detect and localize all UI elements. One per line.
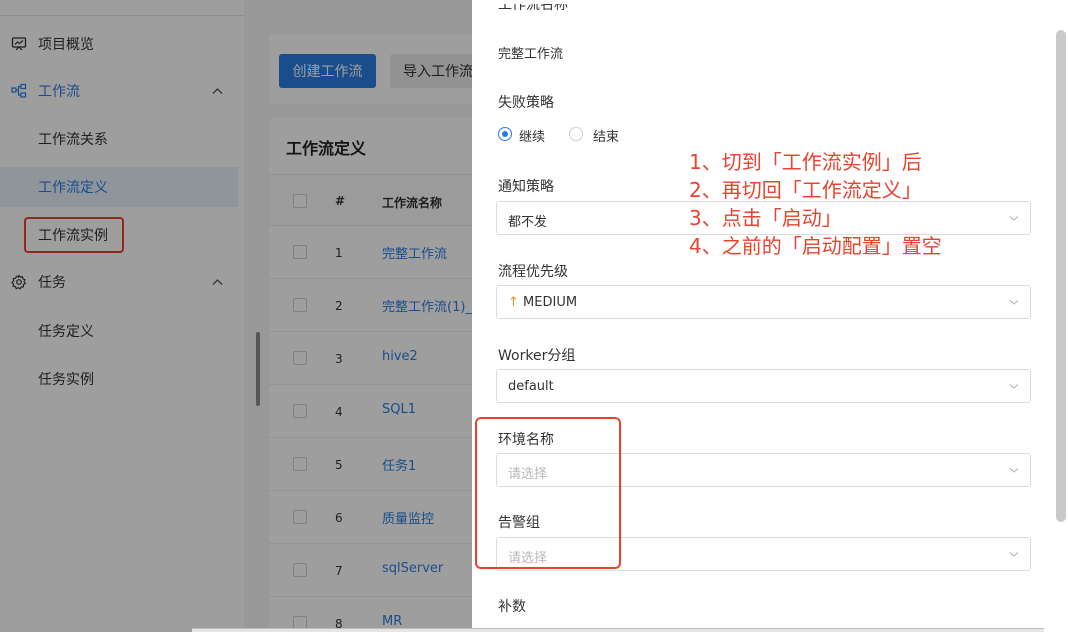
notify-strategy-value: 都不发 xyxy=(508,215,548,230)
annotation-line: 1、切到「工作流实例」后 xyxy=(689,150,922,174)
worker-group-select[interactable]: default xyxy=(496,369,1031,403)
annotation-line: 3、点击「启动」 xyxy=(689,206,842,230)
chevron-down-icon xyxy=(1008,380,1020,392)
horizontal-scrollbar[interactable] xyxy=(192,628,1044,632)
radio-end[interactable] xyxy=(569,127,583,141)
start-config-drawer: 工作流名称 完整工作流 失败策略 继续 结束 通知策略 都不发 流程优先级 ↑ … xyxy=(472,0,1068,632)
notify-strategy-label: 通知策略 xyxy=(498,179,554,195)
priority-text: MEDIUM xyxy=(523,295,578,310)
modal-overlay[interactable] xyxy=(0,0,472,632)
complement-label: 补数 xyxy=(498,599,526,615)
chevron-down-icon xyxy=(1008,212,1020,224)
radio-continue-label: 继续 xyxy=(519,130,546,145)
priority-label: 流程优先级 xyxy=(498,264,568,280)
highlight-box-empty-fields xyxy=(475,417,621,569)
annotation-line: 4、之前的「启动配置」置空 xyxy=(689,234,942,258)
priority-select[interactable]: ↑ MEDIUM xyxy=(496,285,1031,319)
worker-group-label: Worker分组 xyxy=(498,348,576,364)
drawer-scrollbar[interactable] xyxy=(1056,30,1066,522)
worker-group-value: default xyxy=(508,379,554,394)
failure-strategy-label: 失败策略 xyxy=(498,95,554,111)
radio-end-label: 结束 xyxy=(593,130,620,145)
cut-off-label: 工作流名称 xyxy=(498,4,568,13)
workflow-name-value: 完整工作流 xyxy=(498,47,564,62)
priority-value: ↑ MEDIUM xyxy=(508,295,577,310)
chevron-down-icon xyxy=(1008,548,1020,560)
chevron-down-icon xyxy=(1008,296,1020,308)
arrow-up-icon: ↑ xyxy=(508,295,519,310)
radio-continue[interactable] xyxy=(498,127,512,141)
annotation-line: 2、再切回「工作流定义」 xyxy=(689,178,922,202)
chevron-down-icon xyxy=(1008,464,1020,476)
